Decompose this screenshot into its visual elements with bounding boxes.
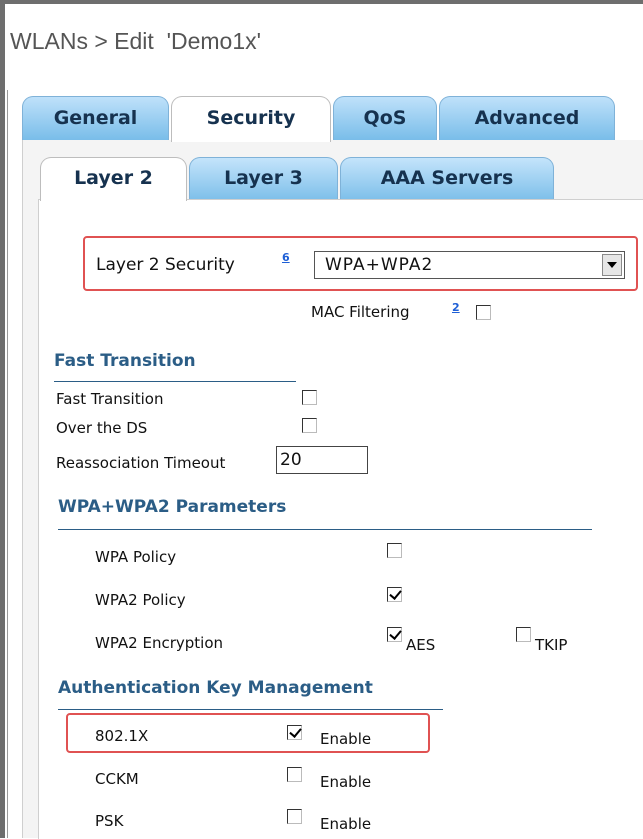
layer2-security-value: WPA+WPA2 (325, 255, 434, 275)
subtab-aaa-servers[interactable]: AAA Servers (340, 157, 554, 199)
wpa2-policy-label: WPA2 Policy (95, 591, 186, 609)
fast-transition-label: Fast Transition (56, 390, 164, 408)
over-the-ds-checkbox[interactable] (302, 418, 317, 433)
aes-label: AES (406, 636, 436, 654)
tkip-checkbox[interactable] (516, 627, 531, 642)
tab-security[interactable]: Security (171, 96, 331, 142)
wpa-policy-checkbox[interactable] (387, 543, 402, 558)
mac-filtering-label: MAC Filtering (311, 303, 410, 321)
akm-8021x-checkbox[interactable] (287, 725, 302, 740)
tkip-label: TKIP (535, 636, 568, 654)
akm-row-name: PSK (95, 812, 124, 830)
akm-rule (58, 709, 443, 710)
akm-row-option: Enable (320, 815, 372, 833)
akm-heading: Authentication Key Management (58, 678, 373, 698)
wpa-parameters-heading: WPA+WPA2 Parameters (58, 497, 287, 517)
akm-psk-checkbox[interactable] (287, 809, 302, 824)
layer2-security-select[interactable]: WPA+WPA2 (314, 251, 625, 279)
wpa2-encryption-label: WPA2 Encryption (95, 634, 224, 652)
mac-filtering-checkbox[interactable] (476, 305, 491, 320)
subtab-layer3[interactable]: Layer 3 (189, 157, 338, 199)
layer2-security-label: Layer 2 Security (96, 255, 235, 275)
content-divider (7, 90, 8, 838)
tab-qos[interactable]: QoS (333, 96, 437, 140)
wpa-policy-label: WPA Policy (95, 548, 177, 566)
akm-row-option: Enable (320, 773, 372, 791)
over-the-ds-label: Over the DS (56, 419, 148, 437)
subtab-layer2[interactable]: Layer 2 (40, 157, 187, 201)
fast-transition-checkbox[interactable] (302, 390, 317, 405)
wpa2-policy-checkbox[interactable] (387, 587, 402, 602)
mac-filtering-help-icon[interactable]: 2 (452, 301, 460, 314)
layer2-security-help-icon[interactable]: 6 (282, 251, 290, 264)
reassociation-timeout-label: Reassociation Timeout (56, 454, 226, 472)
tab-general[interactable]: General (22, 96, 169, 140)
akm-row-name: 802.1X (95, 727, 149, 745)
window-frame-top (0, 0, 643, 4)
chevron-down-icon[interactable] (602, 254, 622, 276)
akm-row-name: CCKM (95, 770, 139, 788)
akm-row-option: Enable (320, 730, 372, 748)
akm-cckm-checkbox[interactable] (287, 767, 302, 782)
reassociation-timeout-input[interactable]: 20 (276, 446, 368, 474)
tab-advanced[interactable]: Advanced (439, 96, 615, 140)
wpa-parameters-rule (58, 529, 592, 530)
aes-checkbox[interactable] (387, 627, 402, 642)
fast-transition-rule (54, 381, 296, 382)
fast-transition-heading: Fast Transition (54, 351, 196, 371)
page-title: WLANs > Edit 'Demo1x' (10, 28, 262, 54)
window-frame-left (0, 0, 5, 838)
